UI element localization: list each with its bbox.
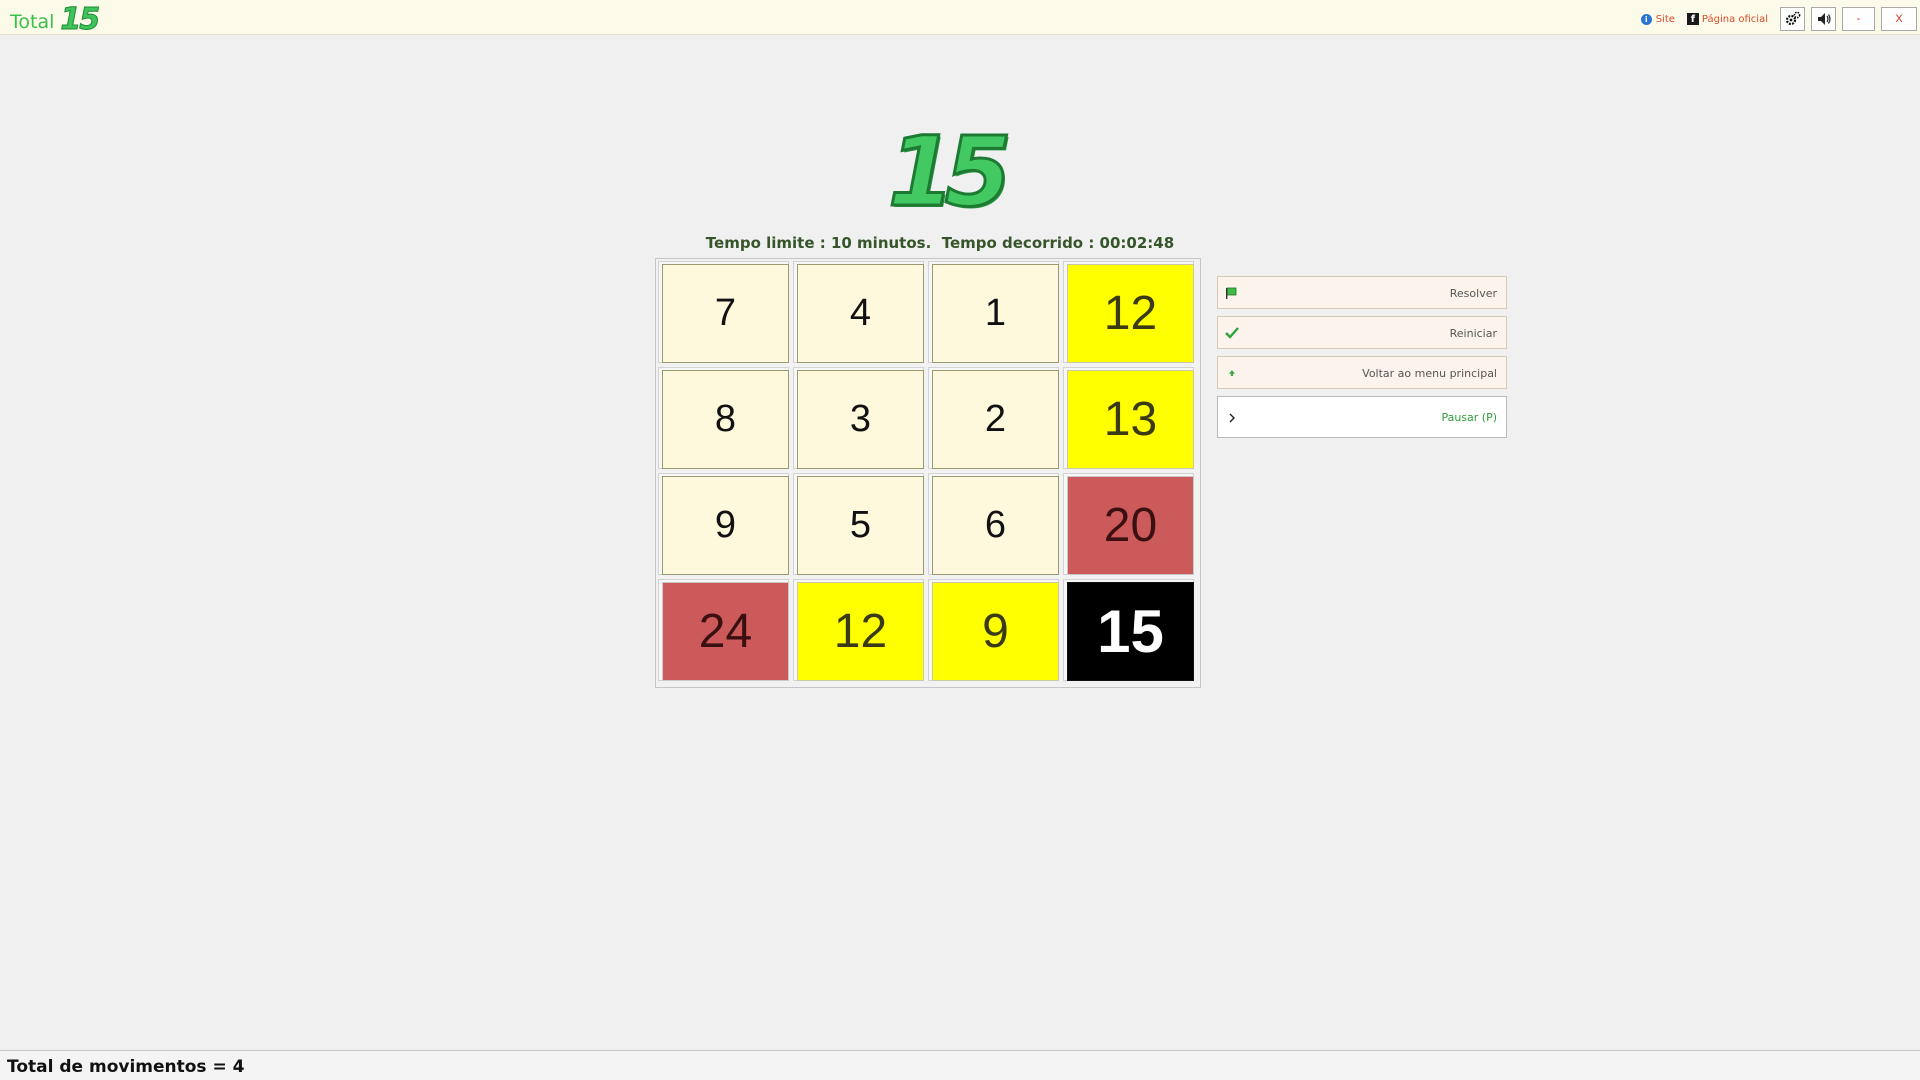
official-page-label: Página oficial [1701,13,1768,25]
board-cell: 8 [658,367,789,469]
close-button[interactable]: X [1881,7,1917,31]
arrow-up-icon [1225,366,1239,380]
tile-yellow[interactable]: 12 [1067,264,1194,363]
board-cell: 6 [928,473,1059,575]
tile-plain[interactable]: 8 [662,370,789,469]
minimize-button[interactable]: - [1842,7,1875,31]
tile-plain[interactable]: 9 [662,476,789,575]
board-cell: 13 [1063,367,1194,469]
title-bar: Total 15 i Site f Página oficial - X [0,0,1920,35]
chevron-right-icon [1225,411,1239,425]
board-cell: 5 [793,473,924,575]
sound-button[interactable] [1811,7,1836,31]
board-cell: 24 [658,579,789,681]
tile-black[interactable]: 15 [1067,582,1194,681]
checkmark-icon [1225,326,1239,340]
puzzle-board: 7 4 1 12 8 3 2 13 9 5 6 20 24 12 9 15 [655,258,1201,688]
main-menu-button[interactable]: Voltar ao menu principal [1217,356,1507,389]
app-title-word: Total [10,11,55,33]
resolver-button[interactable]: Resolver [1217,276,1507,309]
flag-icon [1225,286,1239,300]
tile-plain[interactable]: 5 [797,476,924,575]
speaker-icon [1816,11,1832,27]
tile-red[interactable]: 20 [1067,476,1194,575]
board-cell: 12 [1063,261,1194,363]
info-icon: i [1640,13,1652,25]
resolver-label: Resolver [1449,287,1497,300]
reiniciar-button[interactable]: Reiniciar [1217,316,1507,349]
status-bar: Total de movimentos = 4 [0,1050,1920,1080]
official-page-link[interactable]: f Página oficial [1686,13,1768,25]
tile-plain[interactable]: 1 [932,264,1059,363]
app-title: Total 15 [10,2,101,37]
site-link[interactable]: i Site [1640,13,1675,25]
settings-button[interactable] [1780,7,1805,31]
timer-text: Tempo limite : 10 minutos. Tempo decorri… [705,234,1175,252]
board-cell: 1 [928,261,1059,363]
app-logo-small: 15 [60,2,101,37]
tile-plain[interactable]: 2 [932,370,1059,469]
board-cell: 4 [793,261,924,363]
gear-icon [1785,11,1801,27]
pause-label: Pausar (P) [1441,411,1497,424]
tile-plain[interactable]: 6 [932,476,1059,575]
board-cell: 9 [658,473,789,575]
board-cell: 3 [793,367,924,469]
game-logo: 15 [887,116,1014,228]
facebook-icon: f [1686,13,1699,25]
tile-plain[interactable]: 7 [662,264,789,363]
tile-plain[interactable]: 3 [797,370,924,469]
tile-yellow[interactable]: 13 [1067,370,1194,469]
board-cell: 9 [928,579,1059,681]
tile-plain[interactable]: 4 [797,264,924,363]
tile-red[interactable]: 24 [662,582,789,681]
board-cell: 20 [1063,473,1194,575]
moves-counter: Total de movimentos = 4 [7,1057,245,1077]
board-cell: 12 [793,579,924,681]
site-link-label: Site [1655,13,1675,25]
board-cell: 2 [928,367,1059,469]
tile-yellow[interactable]: 9 [932,582,1059,681]
tile-yellow[interactable]: 12 [797,582,924,681]
reiniciar-label: Reiniciar [1449,327,1497,340]
pause-button[interactable]: Pausar (P) [1217,396,1507,438]
main-menu-label: Voltar ao menu principal [1362,367,1497,380]
board-cell: 15 [1063,579,1194,681]
top-right-controls: i Site f Página oficial - X [1640,7,1920,31]
board-cell: 7 [658,261,789,363]
